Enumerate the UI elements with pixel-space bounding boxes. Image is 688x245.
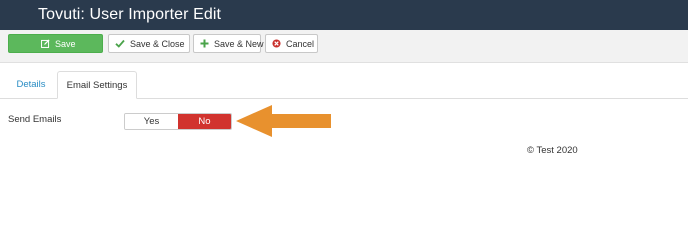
cancel-circle-icon xyxy=(272,39,281,48)
save-and-close-button[interactable]: Save & Close xyxy=(108,34,190,53)
send-emails-yes-option[interactable]: Yes xyxy=(125,114,178,129)
save-and-new-button[interactable]: Save & New xyxy=(193,34,264,53)
page-title: Tovuti: User Importer Edit xyxy=(38,6,222,23)
cancel-label: Cancel xyxy=(286,38,315,49)
no-option-label: No xyxy=(198,116,211,127)
tab-bar: Details Email Settings xyxy=(0,69,688,99)
cancel-button[interactable]: Cancel xyxy=(265,34,318,53)
arrow-left-icon xyxy=(236,105,331,137)
tab-email-settings[interactable]: Email Settings xyxy=(57,71,137,99)
send-emails-no-option[interactable]: No xyxy=(178,114,231,129)
save-and-close-label: Save & Close xyxy=(130,38,185,49)
send-emails-label: Send Emails xyxy=(8,114,62,125)
save-button[interactable]: Save xyxy=(8,34,103,53)
app-header: Tovuti: User Importer Edit xyxy=(0,0,688,30)
tab-details[interactable]: Details xyxy=(8,71,54,97)
toolbar: Save Save & Close Save & New Cancel xyxy=(0,30,688,63)
send-emails-toggle: Yes No xyxy=(124,113,232,130)
save-button-label: Save xyxy=(55,38,76,49)
save-and-new-label: Save & New xyxy=(214,38,264,49)
check-icon xyxy=(115,39,125,48)
footer-copyright: © Test 2020 xyxy=(527,145,578,156)
edit-icon xyxy=(41,39,50,48)
plus-icon xyxy=(200,39,209,48)
tab-email-settings-label: Email Settings xyxy=(66,79,128,91)
yes-option-label: Yes xyxy=(143,116,160,127)
tab-details-label: Details xyxy=(16,78,46,90)
